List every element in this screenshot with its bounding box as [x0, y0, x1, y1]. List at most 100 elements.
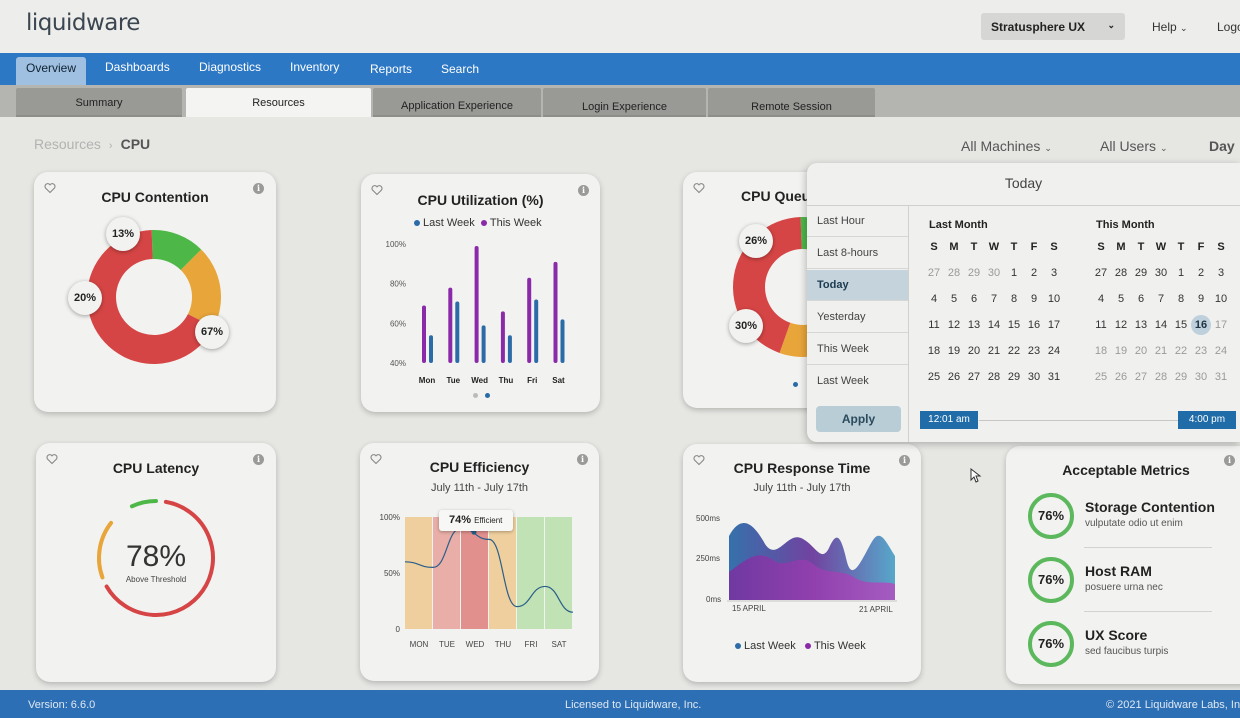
calendar-day[interactable]: 30 — [1191, 371, 1211, 383]
bar-this-week[interactable] — [527, 277, 532, 363]
breadcrumb-parent[interactable]: Resources — [34, 136, 101, 152]
nav-reports[interactable]: Reports — [370, 62, 412, 76]
calendar-day[interactable]: 20 — [1131, 345, 1151, 357]
calendar-day[interactable]: 11 — [924, 319, 944, 331]
start-time-handle[interactable]: 12:01 am — [920, 411, 978, 429]
calendar-day[interactable]: 28 — [944, 267, 964, 279]
calendar-day[interactable]: 6 — [1131, 293, 1151, 305]
calendar-day[interactable]: 5 — [944, 293, 964, 305]
calendar-day[interactable]: 22 — [1171, 345, 1191, 357]
bar-this-week[interactable] — [448, 287, 453, 363]
calendar-day[interactable]: 9 — [1191, 293, 1211, 305]
bar-this-week[interactable] — [422, 305, 426, 363]
end-time-handle[interactable]: 4:00 pm — [1178, 411, 1236, 429]
calendar-day[interactable]: 27 — [924, 267, 944, 279]
range-today[interactable]: Today — [807, 270, 908, 301]
calendar-day[interactable]: 2 — [1191, 267, 1211, 279]
calendar-day[interactable]: 18 — [924, 345, 944, 357]
product-selector[interactable]: Stratusphere UX ⌄ — [981, 13, 1125, 40]
calendar-day[interactable]: 12 — [1111, 319, 1131, 331]
calendar-day[interactable]: 3 — [1211, 267, 1231, 279]
page-dot[interactable] — [793, 382, 798, 387]
bar-last-week[interactable] — [560, 319, 565, 363]
calendar-day[interactable]: 19 — [944, 345, 964, 357]
apply-button[interactable]: Apply — [816, 406, 901, 432]
range-this-week[interactable]: This Week — [807, 334, 908, 365]
calendar-day[interactable]: 13 — [1131, 319, 1151, 331]
range-yesterday[interactable]: Yesterday — [807, 302, 908, 333]
calendar-day[interactable]: 4 — [1091, 293, 1111, 305]
machines-filter[interactable]: All Machines ⌄ — [961, 138, 1052, 154]
calendar-day[interactable]: 7 — [1151, 293, 1171, 305]
calendar-day[interactable]: 19 — [1111, 345, 1131, 357]
tab-summary[interactable]: Summary — [16, 88, 182, 117]
calendar-day[interactable]: 1 — [1171, 267, 1191, 279]
calendar-day[interactable]: 11 — [1091, 319, 1111, 331]
calendar-day[interactable]: 31 — [1044, 371, 1064, 383]
calendar-day[interactable]: 30 — [984, 267, 1004, 279]
calendar-day[interactable]: 17 — [1044, 319, 1064, 331]
time-range-track[interactable] — [979, 420, 1179, 421]
nav-dashboards[interactable]: Dashboards — [105, 60, 170, 74]
calendar-day[interactable]: 14 — [984, 319, 1004, 331]
calendar-day[interactable]: 3 — [1044, 267, 1064, 279]
bar-last-week[interactable] — [507, 335, 512, 363]
range-last-hour[interactable]: Last Hour — [807, 206, 908, 237]
tab-resources[interactable]: Resources — [186, 88, 371, 117]
calendar-day[interactable]: 2 — [1024, 267, 1044, 279]
calendar-day[interactable]: 27 — [1091, 267, 1111, 279]
liquidware-logo[interactable]: liquidware — [26, 10, 140, 36]
calendar-day[interactable]: 7 — [984, 293, 1004, 305]
calendar-day[interactable]: 30 — [1024, 371, 1044, 383]
bar-last-week[interactable] — [429, 335, 433, 363]
calendar-day[interactable]: 17 — [1211, 319, 1231, 331]
calendar-day[interactable]: 25 — [1091, 371, 1111, 383]
calendar-day[interactable]: 23 — [1191, 345, 1211, 357]
calendar-day[interactable]: 18 — [1091, 345, 1111, 357]
page-dot[interactable] — [473, 393, 478, 398]
range-last-8-hours[interactable]: Last 8-hours — [807, 238, 908, 269]
nav-inventory[interactable]: Inventory — [290, 60, 339, 74]
calendar-day[interactable]: 13 — [964, 319, 984, 331]
calendar-day[interactable]: 10 — [1044, 293, 1064, 305]
calendar-day[interactable]: 29 — [964, 267, 984, 279]
calendar-day[interactable]: 15 — [1004, 319, 1024, 331]
calendar-day[interactable]: 30 — [1151, 267, 1171, 279]
calendar-day[interactable]: 28 — [984, 371, 1004, 383]
calendar-day[interactable]: 29 — [1131, 267, 1151, 279]
calendar-day[interactable]: 27 — [964, 371, 984, 383]
calendar-day[interactable]: 9 — [1024, 293, 1044, 305]
calendar-day[interactable]: 20 — [964, 345, 984, 357]
calendar-day[interactable]: 29 — [1171, 371, 1191, 383]
nav-diagnostics[interactable]: Diagnostics — [199, 60, 261, 74]
calendar-day[interactable]: 12 — [944, 319, 964, 331]
calendar-day[interactable]: 5 — [1111, 293, 1131, 305]
bar-this-week[interactable] — [553, 261, 558, 363]
calendar-day[interactable]: 21 — [1151, 345, 1171, 357]
calendar-day[interactable]: 24 — [1211, 345, 1231, 357]
logout-link[interactable]: Logo — [1217, 20, 1240, 34]
calendar-day[interactable]: 10 — [1211, 293, 1231, 305]
calendar-day[interactable]: 1 — [1004, 267, 1024, 279]
calendar-day[interactable]: 8 — [1004, 293, 1024, 305]
calendar-day[interactable]: 24 — [1044, 345, 1064, 357]
tab-application-experience[interactable]: Application Experience — [373, 88, 541, 117]
nav-overview[interactable]: Overview — [16, 57, 87, 85]
calendar-day[interactable]: 16 — [1191, 315, 1211, 335]
bar-last-week[interactable] — [481, 325, 486, 363]
users-filter[interactable]: All Users ⌄ — [1100, 138, 1168, 154]
page-dot-active[interactable] — [485, 393, 490, 398]
calendar-day[interactable]: 6 — [964, 293, 984, 305]
tab-remote-session[interactable]: Remote Session — [708, 88, 875, 117]
calendar-day[interactable]: 16 — [1024, 319, 1044, 331]
help-menu[interactable]: Help ⌄ — [1152, 20, 1188, 34]
calendar-day[interactable]: 4 — [924, 293, 944, 305]
calendar-day[interactable]: 27 — [1131, 371, 1151, 383]
calendar-day[interactable]: 29 — [1004, 371, 1024, 383]
calendar-day[interactable]: 26 — [944, 371, 964, 383]
bar-this-week[interactable] — [474, 245, 479, 363]
range-last-week[interactable]: Last Week — [807, 366, 908, 397]
calendar-day[interactable]: 28 — [1151, 371, 1171, 383]
calendar-day[interactable]: 14 — [1151, 319, 1171, 331]
calendar-day[interactable]: 21 — [984, 345, 1004, 357]
